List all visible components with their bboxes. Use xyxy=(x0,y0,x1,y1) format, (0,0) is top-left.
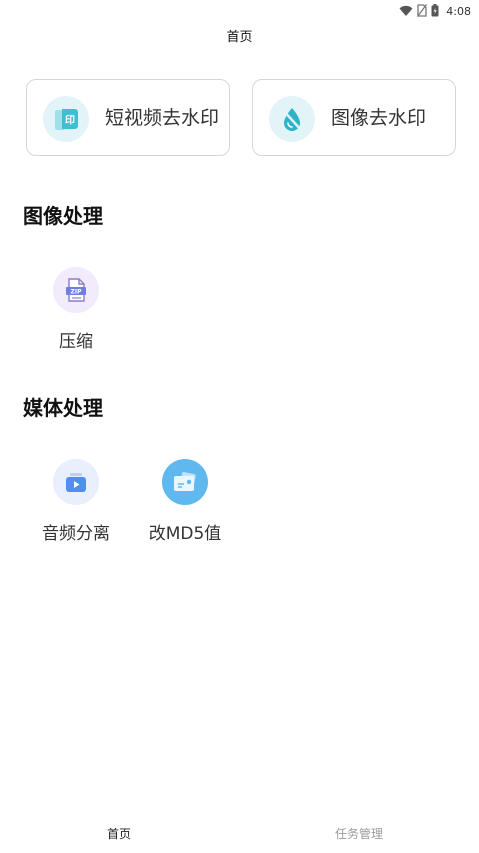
image-watermark-label: 图像去水印 xyxy=(331,107,427,129)
audio-separate-icon xyxy=(53,459,99,505)
svg-text:ZIP: ZIP xyxy=(71,289,83,296)
battery-icon xyxy=(431,2,439,21)
image-watermark-icon xyxy=(269,96,315,142)
bottom-nav: 首页 任务管理 xyxy=(0,813,479,853)
section-title-image: 图像处理 xyxy=(23,204,103,228)
audio-separate-label: 音频分离 xyxy=(42,524,110,544)
audio-separate-tool[interactable]: 音频分离 xyxy=(21,459,131,544)
compress-label: 压缩 xyxy=(59,332,93,352)
status-icons: 4:08 xyxy=(399,3,471,19)
video-watermark-card[interactable]: 印 短视频去水印 xyxy=(26,79,230,156)
nav-home[interactable]: 首页 xyxy=(59,825,179,842)
status-bar: 4:08 xyxy=(0,0,479,22)
page-title: 首页 xyxy=(226,30,253,45)
video-watermark-icon: 印 xyxy=(43,96,89,142)
svg-text:印: 印 xyxy=(65,115,75,127)
compress-tool[interactable]: ZIP 压缩 xyxy=(21,267,131,352)
md5-tool[interactable]: 改MD5值 xyxy=(130,459,240,544)
video-watermark-label: 短视频去水印 xyxy=(105,107,220,129)
no-sim-icon xyxy=(417,2,428,21)
zip-icon: ZIP xyxy=(53,267,99,313)
nav-tasks[interactable]: 任务管理 xyxy=(299,825,419,842)
status-time: 4:08 xyxy=(446,4,471,18)
wifi-icon xyxy=(399,2,413,21)
md5-label: 改MD5值 xyxy=(148,524,222,544)
md5-card-icon xyxy=(162,459,208,505)
image-watermark-card[interactable]: 图像去水印 xyxy=(252,79,456,156)
section-title-media: 媒体处理 xyxy=(23,396,103,420)
